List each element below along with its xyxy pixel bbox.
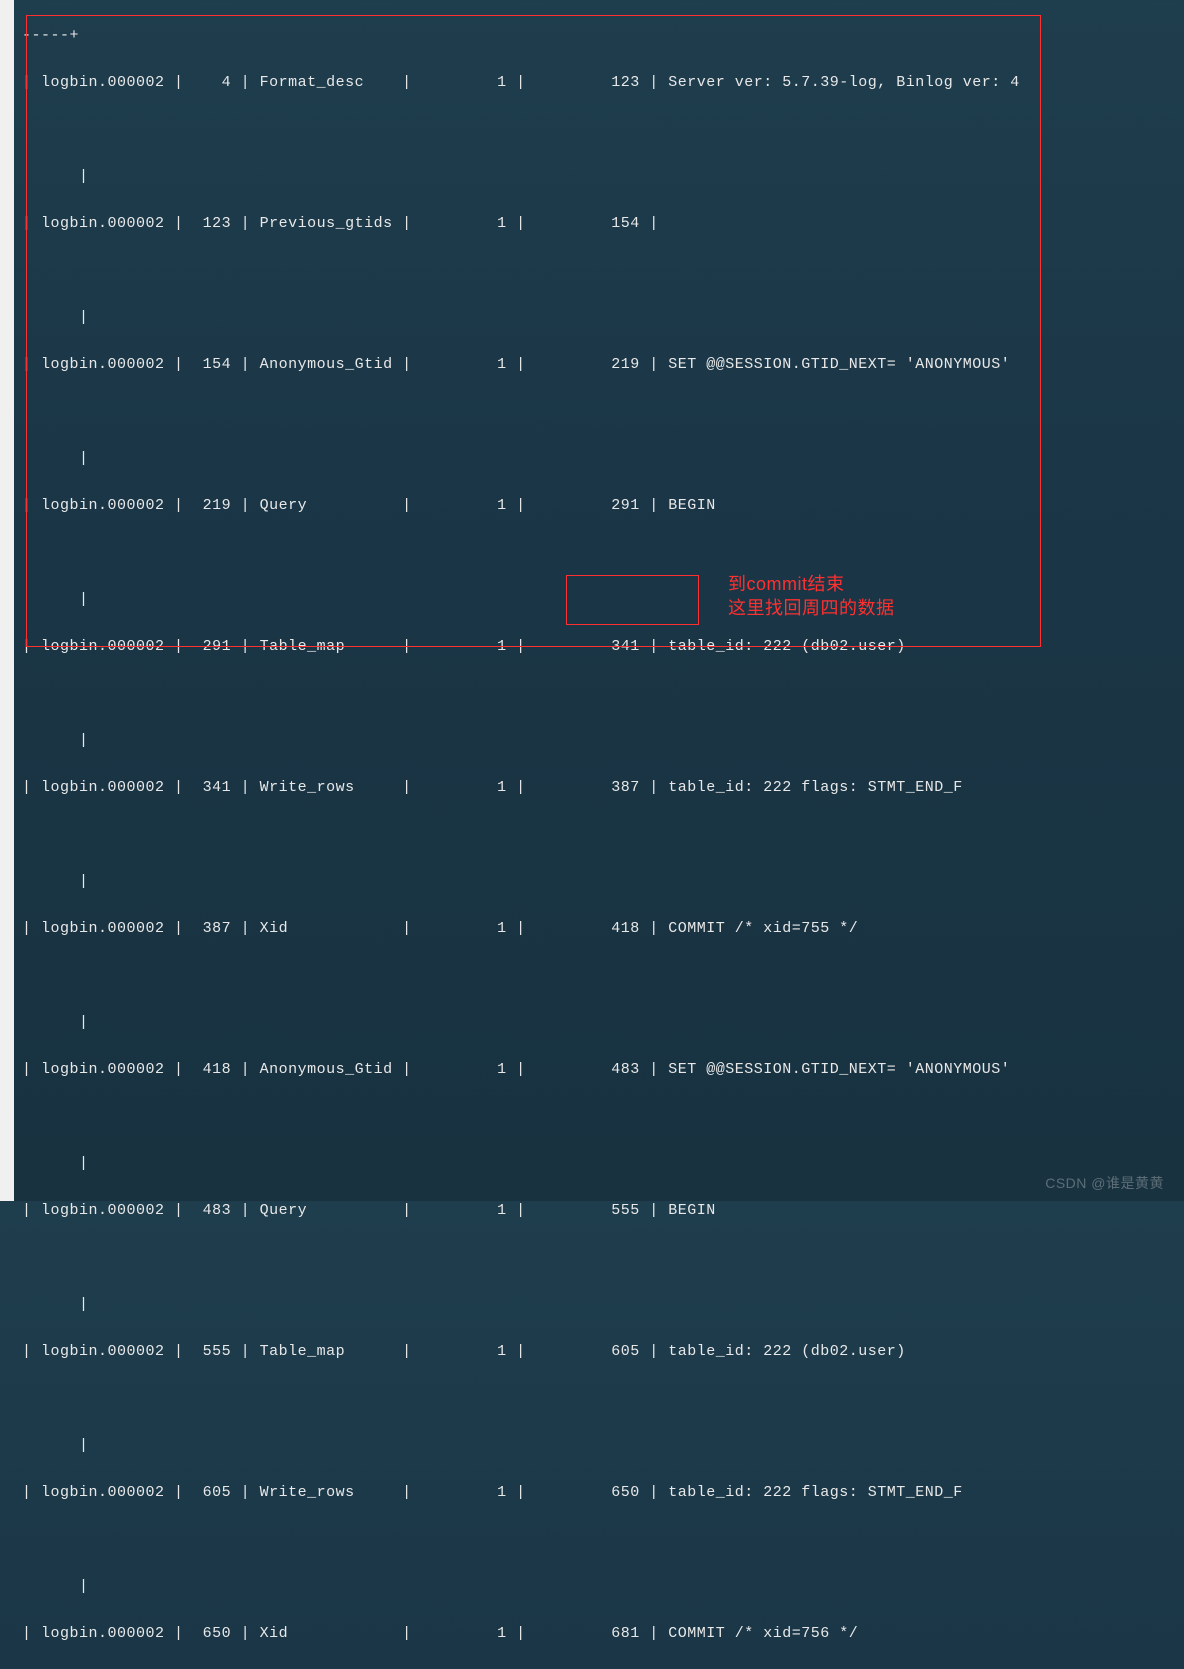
- table-row: | logbin.000002 | 605 | Write_rows | 1 |…: [22, 1481, 1184, 1505]
- table-row: | logbin.000002 | 555 | Table_map | 1 | …: [22, 1340, 1184, 1364]
- table-row-cont: |: [22, 1434, 1184, 1458]
- table-row: | logbin.000002 | 418 | Anonymous_Gtid |…: [22, 1058, 1184, 1082]
- table-row-cont: |: [22, 447, 1184, 471]
- table-row: | logbin.000002 | 650 | Xid | 1 | 681 | …: [22, 1622, 1184, 1646]
- table-row-cont: |: [22, 1575, 1184, 1599]
- table-divider: -----+: [22, 24, 1184, 48]
- table-row-cont: |: [22, 870, 1184, 894]
- table-row-cont: |: [22, 588, 1184, 612]
- watermark: CSDN @谁是黄黄: [1045, 1173, 1164, 1193]
- table-row-cont: |: [22, 1152, 1184, 1176]
- table-row: | logbin.000002 | 154 | Anonymous_Gtid |…: [22, 353, 1184, 377]
- table-row: | logbin.000002 | 483 | Query | 1 | 555 …: [22, 1199, 1184, 1223]
- terminal-output: -----+ | logbin.000002 | 4 | Format_desc…: [22, 0, 1184, 1669]
- annotation-text: 到commit结束 这里找回周四的数据: [728, 572, 895, 620]
- table-row: | logbin.000002 | 219 | Query | 1 | 291 …: [22, 494, 1184, 518]
- editor-gutter: [0, 0, 14, 1201]
- table-row-cont: |: [22, 306, 1184, 330]
- table-row-cont: |: [22, 1293, 1184, 1317]
- table-row-cont: |: [22, 729, 1184, 753]
- table-row-cont: |: [22, 165, 1184, 189]
- table-row: | logbin.000002 | 387 | Xid | 1 | 418 | …: [22, 917, 1184, 941]
- table-row: | logbin.000002 | 341 | Write_rows | 1 |…: [22, 776, 1184, 800]
- table-row: | logbin.000002 | 123 | Previous_gtids |…: [22, 212, 1184, 236]
- table-row: | logbin.000002 | 4 | Format_desc | 1 | …: [22, 71, 1184, 95]
- table-row: | logbin.000002 | 291 | Table_map | 1 | …: [22, 635, 1184, 659]
- table-row-cont: |: [22, 1011, 1184, 1035]
